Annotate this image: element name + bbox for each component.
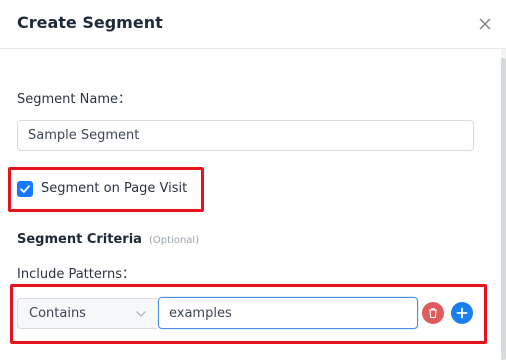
dialog-header: Create Segment [0,0,506,49]
delete-pattern-button[interactable] [422,302,444,324]
segment-criteria-heading: Segment Criteria (Optional) [17,228,199,247]
include-patterns-label: Include Patterns： [17,267,135,282]
dialog-title: Create Segment [17,13,163,32]
match-type-select[interactable]: Contains [17,298,157,329]
criteria-optional-hint: (Optional) [149,235,200,246]
segment-name-label: Segment Name： [17,92,131,107]
checkmark-icon [20,185,30,193]
page-visit-label[interactable]: Segment on Page Visit [41,181,187,196]
criteria-title: Segment Criteria [17,232,142,247]
match-type-value: Contains [29,306,86,321]
add-pattern-button[interactable] [451,302,473,324]
pattern-value-input[interactable] [158,297,418,329]
scrollbar-thumb[interactable] [501,58,506,360]
chevron-down-icon [136,311,146,317]
trash-icon [429,308,437,319]
create-segment-dialog: Create Segment Segment Name： Segment on … [0,0,506,360]
close-icon[interactable] [476,15,494,33]
plus-icon [456,307,468,319]
page-visit-checkbox[interactable] [17,181,33,197]
segment-name-input[interactable] [17,120,474,151]
